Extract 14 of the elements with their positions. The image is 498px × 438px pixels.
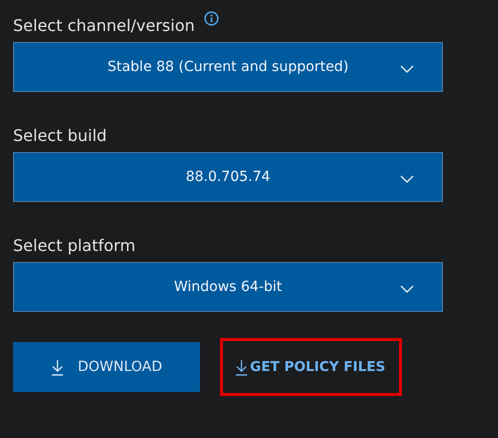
dropdown[interactable]: Windows 64-bit [13, 262, 443, 312]
caret-icon [400, 285, 414, 293]
download-icon [235, 358, 248, 376]
download-button[interactable]: DOWNLOAD [13, 342, 200, 392]
field-label: Select build [13, 126, 107, 145]
policy-files-link[interactable]: GET POLICY FILES [220, 338, 402, 396]
field-label: Select platform [13, 236, 136, 255]
caret-icon [400, 175, 414, 183]
dropdown[interactable]: Stable 88 (Current and supported) [13, 42, 443, 92]
download-icon [50, 358, 64, 376]
dropdown[interactable]: 88.0.705.74 [13, 152, 443, 202]
caret-icon [400, 65, 414, 73]
field-label: Select channel/version [13, 16, 195, 35]
info-icon[interactable] [204, 11, 219, 26]
